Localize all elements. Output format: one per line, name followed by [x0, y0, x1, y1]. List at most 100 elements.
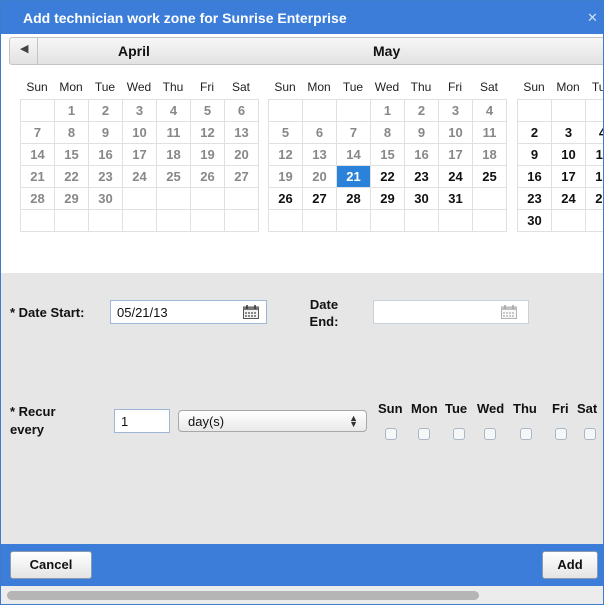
recur-day-fri-checkbox[interactable]: [555, 428, 567, 440]
day-cell[interactable]: 31: [439, 188, 473, 210]
recur-day-mon-checkbox[interactable]: [418, 428, 430, 440]
day-cell: 2: [89, 100, 123, 122]
day-cell: 20: [303, 166, 337, 188]
day-cell[interactable]: 30: [405, 188, 439, 210]
recur-day-thu-checkbox[interactable]: [520, 428, 532, 440]
day-cell[interactable]: 10: [552, 144, 586, 166]
day-cell[interactable]: 3: [552, 122, 586, 144]
empty-day-cell: [439, 210, 473, 232]
day-cell: 1: [371, 100, 405, 122]
day-cell[interactable]: 4: [586, 122, 603, 144]
recur-day-wed-label: Wed: [477, 401, 505, 416]
day-cell[interactable]: 27: [303, 188, 337, 210]
recur-interval-value: 1: [121, 414, 129, 429]
select-arrows-icon: ▲ ▼: [349, 413, 358, 429]
day-of-week-header: Wed: [374, 80, 400, 94]
empty-day-cell: [552, 100, 586, 122]
day-cell: 3: [123, 100, 157, 122]
day-cell[interactable]: 22: [371, 166, 405, 188]
recur-day-sat-label: Sat: [577, 401, 598, 416]
day-cell[interactable]: 23: [405, 166, 439, 188]
day-cell: 13: [225, 122, 259, 144]
calendar-icon[interactable]: [243, 305, 259, 319]
day-cell: 25: [157, 166, 191, 188]
day-cell[interactable]: 2: [518, 122, 552, 144]
add-button[interactable]: Add: [542, 551, 598, 579]
recur-day-sun-checkbox[interactable]: [385, 428, 397, 440]
empty-day-cell: [157, 210, 191, 232]
chevron-left-icon: ◀: [20, 43, 29, 55]
day-of-week-header: Sat: [231, 80, 250, 94]
day-cell[interactable]: 30: [518, 210, 552, 232]
day-cell: 1: [55, 100, 89, 122]
empty-day-cell: [371, 210, 405, 232]
empty-day-cell: [21, 210, 55, 232]
day-cell: 16: [89, 144, 123, 166]
previous-month-button[interactable]: ◀: [10, 38, 38, 64]
scrollbar-thumb[interactable]: [7, 591, 479, 600]
day-cell: 29: [55, 188, 89, 210]
empty-day-cell: [191, 188, 225, 210]
day-cell[interactable]: 29: [371, 188, 405, 210]
cancel-button[interactable]: Cancel: [10, 551, 92, 579]
date-end-field[interactable]: [373, 300, 529, 324]
day-cell[interactable]: 25: [473, 166, 507, 188]
add-work-zone-dialog: Add technician work zone for Sunrise Ent…: [0, 0, 604, 605]
empty-day-cell: [55, 210, 89, 232]
day-cell: 19: [191, 144, 225, 166]
day-cell[interactable]: 28: [337, 188, 371, 210]
day-cell[interactable]: 9: [518, 144, 552, 166]
date-start-value: 05/21/13: [117, 305, 168, 320]
day-of-week-header: Sun: [274, 80, 296, 94]
recur-interval-input[interactable]: 1: [114, 409, 170, 433]
empty-day-cell: [586, 100, 603, 122]
month-title-april: April: [118, 43, 150, 59]
day-grid: 1 2 3 4 5 6 7 8 9 10 11 12 13 14 15 16 17 18 19 20 21 22 23 24 2…: [268, 99, 507, 232]
day-of-week-header: Sat: [479, 80, 498, 94]
day-cell[interactable]: 24: [552, 188, 586, 210]
day-cell: 18: [157, 144, 191, 166]
day-cell[interactable]: 24: [439, 166, 473, 188]
day-cell[interactable]: 11: [586, 144, 603, 166]
recur-unit-select[interactable]: day(s) ▲ ▼: [178, 410, 367, 432]
day-cell: 19: [269, 166, 303, 188]
empty-day-cell: [303, 210, 337, 232]
day-cell[interactable]: 17: [552, 166, 586, 188]
day-cell[interactable]: 16: [518, 166, 552, 188]
empty-day-cell: [225, 210, 259, 232]
empty-day-cell: [21, 100, 55, 122]
day-of-week-header: Sun: [26, 80, 48, 94]
day-cell: 17: [123, 144, 157, 166]
date-start-label: * Date Start:: [10, 305, 85, 320]
date-start-field[interactable]: 05/21/13: [110, 300, 267, 324]
day-cell: 11: [473, 122, 507, 144]
day-cell: 12: [191, 122, 225, 144]
month-title-may: May: [373, 43, 401, 59]
day-cell: 23: [89, 166, 123, 188]
horizontal-scrollbar[interactable]: [1, 586, 603, 604]
close-icon[interactable]: ✕: [587, 11, 601, 25]
day-of-week-header: Fri: [200, 80, 214, 94]
day-of-week-header: Mon: [59, 80, 83, 94]
recur-day-wed-checkbox[interactable]: [484, 428, 496, 440]
day-cell: 14: [21, 144, 55, 166]
day-cell: 30: [89, 188, 123, 210]
day-of-week-header: Tue: [342, 80, 364, 94]
day-cell[interactable]: 18: [586, 166, 603, 188]
empty-day-cell: [269, 210, 303, 232]
day-cell[interactable]: 23: [518, 188, 552, 210]
day-cell: 10: [439, 122, 473, 144]
day-cell[interactable]: 21: [337, 166, 371, 188]
calendar-icon[interactable]: [501, 305, 517, 319]
day-cell: 20: [225, 144, 259, 166]
day-cell[interactable]: 25: [586, 188, 603, 210]
recur-day-tue-checkbox[interactable]: [453, 428, 465, 440]
day-cell: 17: [439, 144, 473, 166]
empty-day-cell: [225, 188, 259, 210]
day-cell: 22: [55, 166, 89, 188]
day-of-week-header: Thu: [410, 80, 432, 94]
day-of-week-header: Tue: [94, 80, 116, 94]
recur-day-sat-checkbox[interactable]: [584, 428, 596, 440]
day-cell[interactable]: 26: [269, 188, 303, 210]
dialog-footer: Cancel Add: [1, 544, 603, 586]
